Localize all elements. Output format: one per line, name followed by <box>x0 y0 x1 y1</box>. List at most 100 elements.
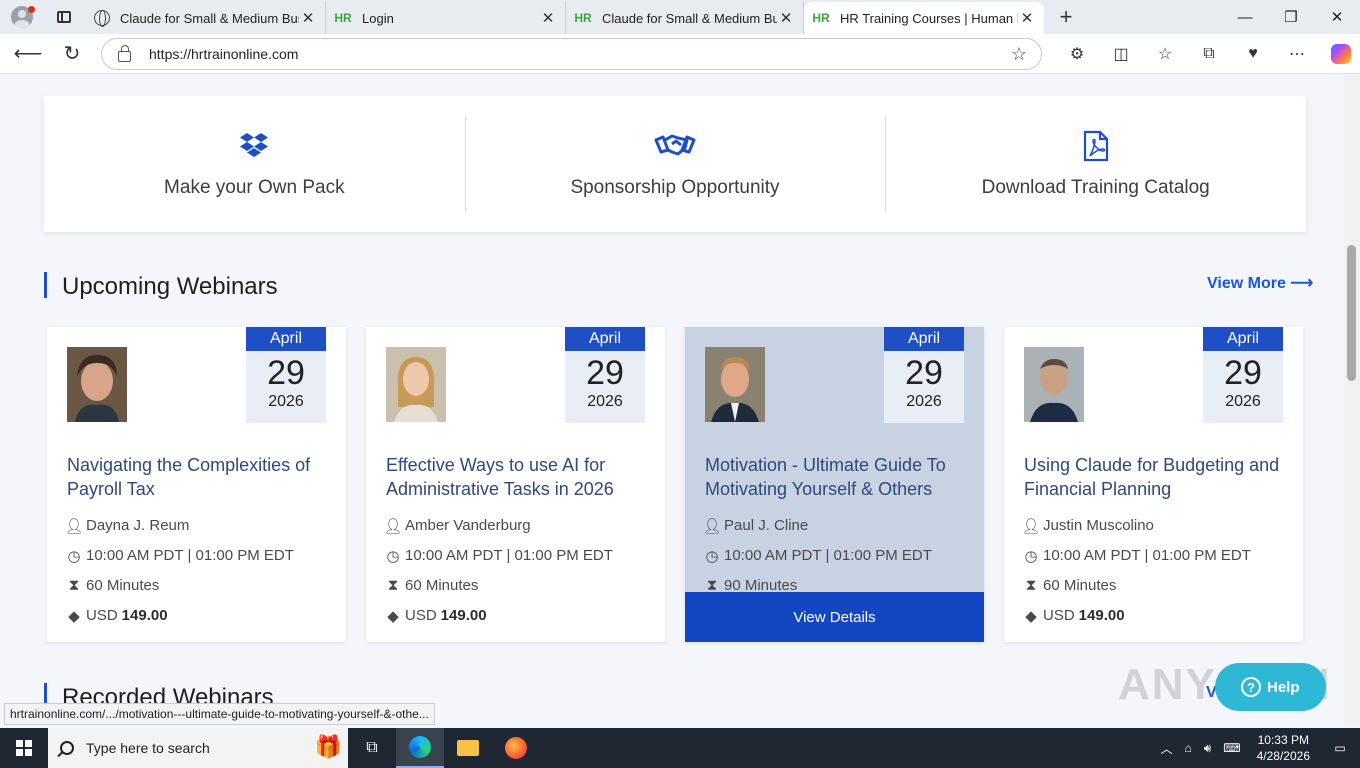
feature-sponsorship[interactable]: Sponsorship Opportunity <box>464 96 886 232</box>
system-tray: ︿ ⌂ 🔊︎ ⌨ 10:33 PM 4/28/2026 ▭ <box>1154 728 1360 768</box>
speaker-row: 👤︎ Amber Vanderburg <box>383 517 530 535</box>
back-button[interactable]: ⟵ <box>6 34 50 74</box>
scrollbar-thumb[interactable] <box>1347 245 1356 381</box>
browser-tab-3[interactable]: HR Claude for Small & Medium Busin ✕ <box>566 2 804 34</box>
close-tab-icon[interactable]: ✕ <box>777 9 795 27</box>
price-amount: 149.00 <box>1078 607 1125 624</box>
date-day: 29 <box>905 354 943 392</box>
performance-icon[interactable]: ♥ <box>1231 34 1275 74</box>
price-row: ◆ USD 149.00 <box>1024 607 1125 625</box>
help-button[interactable]: ? Help <box>1215 663 1326 711</box>
browser-tab-2[interactable]: HR Login ✕ <box>326 2 566 34</box>
extensions-icon[interactable]: ⚙ <box>1055 34 1099 74</box>
webinar-card[interactable]: April 29 2026 Effective Ways to use AI f… <box>366 327 665 642</box>
pdf-icon <box>1083 129 1109 163</box>
file-explorer-button[interactable] <box>444 728 492 768</box>
clock-date: 4/28/2026 <box>1256 749 1310 763</box>
feature-strip: Make your Own Pack Sponsorship Opportuni… <box>44 96 1306 232</box>
feature-download-catalog[interactable]: Download Training Catalog <box>885 96 1306 232</box>
speaker-row: 👤︎ Dayna J. Reum <box>64 517 190 535</box>
webinar-card[interactable]: April 29 2026 Using Claude for Budgeting… <box>1004 327 1303 642</box>
collections-icon[interactable]: ⧉ <box>1187 34 1231 74</box>
tab-actions-button[interactable] <box>44 0 84 34</box>
price-amount: 149.00 <box>440 607 487 624</box>
tab-title: Login <box>362 10 394 26</box>
edge-taskbar-button[interactable] <box>396 728 444 768</box>
taskbar-search[interactable]: Type here to search 🎁 <box>48 728 348 768</box>
start-button[interactable] <box>0 728 48 768</box>
copilot-icon <box>1331 44 1351 64</box>
dropbox-icon <box>239 129 269 163</box>
speaker-photo <box>67 347 127 422</box>
address-toolbar: ⟵ ↻ https://hrtrainonline.com ☆ ⚙ ◫ ☆ ⧉ … <box>0 34 1360 74</box>
edge-icon <box>409 736 431 758</box>
page-viewport: Make your Own Pack Sponsorship Opportuni… <box>0 75 1344 727</box>
browser-tab-1[interactable]: Claude for Small & Medium Busin ✕ <box>86 2 326 34</box>
date-day: 29 <box>267 354 305 392</box>
date-year: 2026 <box>906 393 942 410</box>
copilot-button[interactable] <box>1319 34 1360 74</box>
price-amount: 149.00 <box>121 607 168 624</box>
favorite-star-icon[interactable]: ☆ <box>1011 44 1027 65</box>
feature-make-own-pack[interactable]: Make your Own Pack <box>44 96 465 232</box>
task-view-button[interactable]: ⧉ <box>348 728 396 768</box>
split-screen-icon[interactable]: ◫ <box>1099 34 1143 74</box>
hourglass-icon: ⧗ <box>1025 577 1037 594</box>
browser-tab-4-active[interactable]: HR HR Training Courses | Human Reso ✕ <box>804 2 1044 34</box>
speaker-row: 👤︎ Justin Muscolino <box>1021 517 1153 535</box>
restore-icon[interactable]: ❐ <box>1268 0 1314 34</box>
notifications-button[interactable]: ▭ <box>1320 728 1360 768</box>
webinar-time: 10:00 AM PDT | 01:00 PM EDT <box>724 547 932 564</box>
webinar-title[interactable]: Motivation - Ultimate Guide To Motivatin… <box>705 453 970 501</box>
page-scrollbar[interactable] <box>1344 75 1360 727</box>
firefox-icon <box>505 737 527 759</box>
status-bar-url: hrtrainonline.com/.../motivation---ultim… <box>4 703 435 725</box>
network-icon[interactable]: ⌂ <box>1178 741 1197 755</box>
address-bar[interactable]: https://hrtrainonline.com ☆ <box>101 38 1042 70</box>
date-month: April <box>884 327 964 351</box>
profile-button[interactable] <box>0 0 44 34</box>
date-badge: April 29 2026 <box>1203 327 1283 423</box>
close-tab-icon[interactable]: ✕ <box>299 9 317 27</box>
view-details-button[interactable]: View Details <box>685 592 984 642</box>
speaker-name: Dayna J. Reum <box>86 517 190 534</box>
feature-label: Sponsorship Opportunity <box>570 177 780 198</box>
ime-icon[interactable]: ⌨ <box>1217 741 1246 755</box>
new-tab-button[interactable]: + <box>1055 4 1077 30</box>
webinar-card[interactable]: April 29 2026 Navigating the Complexitie… <box>47 327 346 642</box>
close-tab-icon[interactable]: ✕ <box>1018 9 1036 27</box>
duration-row: ⧗ 60 Minutes <box>386 577 479 594</box>
speaker-photo <box>1024 347 1084 422</box>
webinar-time: 10:00 AM PDT | 01:00 PM EDT <box>86 547 294 564</box>
tab-title: Claude for Small & Medium Busin <box>602 10 777 26</box>
volume-icon[interactable]: 🔊︎ <box>1198 741 1218 756</box>
clock-time: 10:33 PM <box>1257 733 1309 747</box>
view-more-link[interactable]: View More ⟶ <box>1207 273 1313 293</box>
webinar-time: 10:00 AM PDT | 01:00 PM EDT <box>1043 547 1251 564</box>
more-menu-icon[interactable]: ⋯ <box>1275 34 1319 74</box>
date-month: April <box>565 327 645 351</box>
refresh-button[interactable]: ↻ <box>50 34 94 74</box>
globe-icon <box>94 10 110 27</box>
tray-overflow-icon[interactable]: ︿ <box>1154 740 1178 757</box>
user-icon: 👤︎ <box>702 517 722 535</box>
user-icon: 👤︎ <box>1021 517 1041 535</box>
firefox-taskbar-button[interactable] <box>492 728 540 768</box>
favorites-icon[interactable]: ☆ <box>1143 34 1187 74</box>
date-year: 2026 <box>268 393 304 410</box>
duration-row: ⧗ 60 Minutes <box>1024 577 1117 594</box>
webinar-title[interactable]: Effective Ways to use AI for Administrat… <box>386 453 651 501</box>
clock-icon: ◷ <box>705 547 719 565</box>
close-tab-icon[interactable]: ✕ <box>539 9 557 27</box>
speaker-row: 👤︎ Paul J. Cline <box>702 517 808 535</box>
close-window-icon[interactable]: ✕ <box>1314 0 1360 34</box>
webinar-title[interactable]: Navigating the Complexities of Payroll T… <box>67 453 332 501</box>
webinar-title[interactable]: Using Claude for Budgeting and Financial… <box>1024 453 1289 501</box>
webinar-card-hovered[interactable]: April 29 2026 Motivation - Ultimate Guid… <box>685 327 984 642</box>
search-highlight-icon: 🎁 <box>314 734 342 759</box>
minimize-icon[interactable]: — <box>1222 0 1268 34</box>
clock[interactable]: 10:33 PM 4/28/2026 <box>1247 732 1320 764</box>
clock-icon: ◷ <box>1024 547 1038 565</box>
price-currency: USD <box>1043 607 1075 624</box>
tag-icon: ◆ <box>387 607 399 625</box>
